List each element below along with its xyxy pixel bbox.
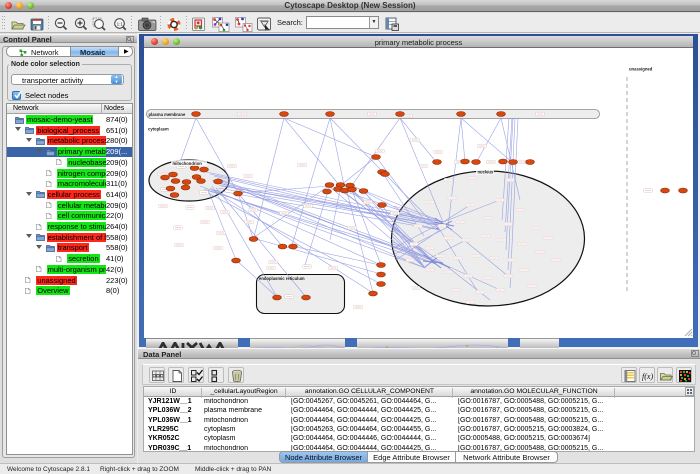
svg-text:plasma membrane: plasma membrane: [149, 112, 186, 117]
svg-text:f(x): f(x): [642, 372, 653, 381]
svg-text:endoplasmic reticulum: endoplasmic reticulum: [259, 276, 305, 281]
svg-text:cytoplasm: cytoplasm: [148, 127, 169, 132]
svg-text:1:1: 1:1: [117, 21, 124, 26]
svg-text:unassigned: unassigned: [629, 67, 653, 72]
svg-text:mitochondrion: mitochondrion: [173, 161, 203, 166]
svg-text:nucleus: nucleus: [478, 170, 494, 175]
